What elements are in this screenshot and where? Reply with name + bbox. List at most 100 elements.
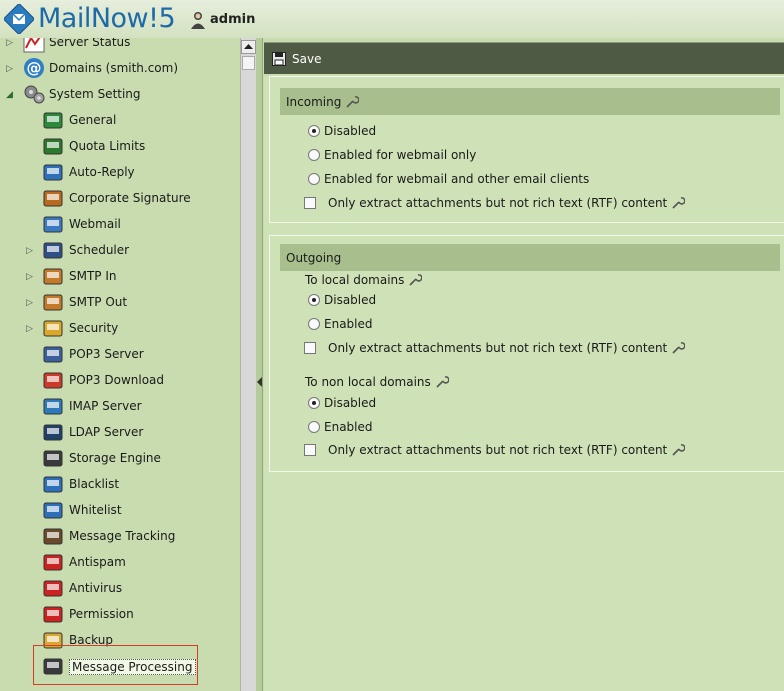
tree-item-label: Webmail xyxy=(69,217,121,231)
tree-item-label: Permission xyxy=(69,607,134,621)
collapse-panel-icon[interactable] xyxy=(257,377,262,387)
wrench-icon[interactable] xyxy=(671,196,686,210)
save-label: Save xyxy=(292,52,322,66)
expand-arrow-icon[interactable]: ▷ xyxy=(26,246,34,256)
expand-arrow-icon[interactable]: ▷ xyxy=(26,324,34,334)
tree-item-pop3-download[interactable]: POP3 Download xyxy=(0,367,240,393)
checkbox[interactable] xyxy=(304,444,316,456)
tree-item-blacklist[interactable]: Blacklist xyxy=(0,471,240,497)
incoming-extract-attachments[interactable]: Only extract attachments but not rich te… xyxy=(304,196,686,210)
tree-item-label: Auto-Reply xyxy=(69,165,135,179)
tree-item-label: Scheduler xyxy=(69,243,130,257)
incoming-section: Incoming Disabled Enabled for webmail on… xyxy=(269,76,784,223)
wrench-icon[interactable] xyxy=(435,375,449,389)
tree-item-antivirus[interactable]: Antivirus xyxy=(0,575,240,601)
tree-item-ldap-server[interactable]: LDAP Server xyxy=(0,419,240,445)
checkbox-label: Only extract attachments but not rich te… xyxy=(328,443,668,457)
local-extract-attachments[interactable]: Only extract attachments but not rich te… xyxy=(304,341,686,355)
tree-item-label: Whitelist xyxy=(69,503,122,517)
tree-item-message-tracking[interactable]: Message Tracking xyxy=(0,523,240,549)
tree-item-pop3-server[interactable]: POP3 Server xyxy=(0,341,240,367)
antivirus-kit-icon xyxy=(43,580,63,597)
tree-item-webmail[interactable]: Webmail xyxy=(0,211,240,237)
checkbox[interactable] xyxy=(304,342,316,354)
radio-button[interactable] xyxy=(308,149,320,161)
save-button[interactable]: Save xyxy=(272,49,321,69)
arrow-up-icon xyxy=(244,44,253,49)
clock-icon xyxy=(43,242,63,259)
radio-button[interactable] xyxy=(308,318,320,330)
tree-item-label: POP3 Server xyxy=(69,347,144,361)
package-out-icon xyxy=(43,294,63,311)
radio-button[interactable] xyxy=(308,173,320,185)
radio-button[interactable] xyxy=(308,125,320,137)
option-label: Disabled xyxy=(324,293,377,307)
panel-splitter[interactable] xyxy=(256,38,263,691)
main-panel: Save Incoming Disabled Enabled for webma… xyxy=(264,38,784,691)
tree-item-label: Antispam xyxy=(69,555,126,569)
expand-arrow-icon[interactable]: ▷ xyxy=(26,272,34,282)
server-status-chart-icon xyxy=(23,38,45,53)
incoming-option-disabled[interactable]: Disabled xyxy=(308,124,376,138)
tree-item-antispam[interactable]: Antispam xyxy=(0,549,240,575)
local-option-disabled[interactable]: Disabled xyxy=(308,293,376,307)
collapse-arrow-icon[interactable]: ◢ xyxy=(6,90,14,100)
tracking-person-icon xyxy=(43,528,63,545)
tree-item-corporate-signature[interactable]: Corporate Signature xyxy=(0,185,240,211)
incoming-option-webmail-and-clients[interactable]: Enabled for webmail and other email clie… xyxy=(308,172,589,186)
tree-item-general[interactable]: General xyxy=(0,107,240,133)
sidebar-scrollbar[interactable] xyxy=(240,38,256,691)
globe-icon xyxy=(43,112,63,129)
user-name: admin xyxy=(210,12,256,27)
nonlocal-option-enabled[interactable]: Enabled xyxy=(308,420,373,434)
antispam-stop-icon xyxy=(43,554,63,571)
tree-item-storage-engine[interactable]: Storage Engine xyxy=(0,445,240,471)
tree-item-system-setting[interactable]: ◢ System Setting xyxy=(0,81,240,107)
tree-item-label: Quota Limits xyxy=(69,139,146,153)
checkbox[interactable] xyxy=(304,197,316,209)
nonlocal-option-disabled[interactable]: Disabled xyxy=(308,396,376,410)
ldap-server-icon xyxy=(43,424,63,441)
tree-item-label: Domains (smith.com) xyxy=(49,61,179,75)
tree-item-label: SMTP In xyxy=(69,269,117,283)
option-label: Disabled xyxy=(324,396,377,410)
option-label: Enabled xyxy=(324,317,373,331)
tree-item-server-status[interactable]: ▷ Server Status xyxy=(0,38,240,55)
scroll-up-button[interactable] xyxy=(241,40,256,54)
incoming-option-webmail-only[interactable]: Enabled for webmail only xyxy=(308,148,476,162)
wrench-icon[interactable] xyxy=(408,273,423,287)
tree-item-security[interactable]: ▷ Security xyxy=(0,315,240,341)
expand-arrow-icon[interactable]: ▷ xyxy=(6,64,14,74)
radio-button[interactable] xyxy=(308,294,320,306)
tree-item-label: Corporate Signature xyxy=(69,191,191,205)
app-header: MailNow!5 admin xyxy=(0,0,784,38)
tree-item-imap-server[interactable]: IMAP Server xyxy=(0,393,240,419)
download-mail-icon xyxy=(43,372,63,389)
incoming-title: Incoming xyxy=(286,94,342,109)
local-option-enabled[interactable]: Enabled xyxy=(308,317,373,331)
nonlocal-domains-label: To non local domains xyxy=(305,375,449,389)
radio-button[interactable] xyxy=(308,397,320,409)
tree-item-quota-limits[interactable]: Quota Limits xyxy=(0,133,240,159)
webmail-doc-icon xyxy=(43,216,63,233)
checkbox-label: Only extract attachments but not rich te… xyxy=(328,196,668,210)
wrench-icon[interactable] xyxy=(671,443,686,457)
tree-item-label: Security xyxy=(69,321,119,335)
tree-item-permission[interactable]: Permission xyxy=(0,601,240,627)
scroll-thumb[interactable] xyxy=(242,56,255,70)
wrench-icon[interactable] xyxy=(345,95,360,109)
imap-mail-icon xyxy=(43,398,63,415)
tree-item-domains[interactable]: ▷ @ Domains (smith.com) xyxy=(0,55,240,81)
tree-item-auto-reply[interactable]: Auto-Reply xyxy=(0,159,240,185)
outgoing-section: Outgoing To local domains Disabled Enabl… xyxy=(269,235,784,472)
radio-button[interactable] xyxy=(308,421,320,433)
tree-item-whitelist[interactable]: Whitelist xyxy=(0,497,240,523)
expand-arrow-icon[interactable]: ▷ xyxy=(26,298,34,308)
tree-item-scheduler[interactable]: ▷ Scheduler xyxy=(0,237,240,263)
tree-item-smtp-in[interactable]: ▷ SMTP In xyxy=(0,263,240,289)
expand-arrow-icon[interactable]: ▷ xyxy=(6,38,14,48)
whitelist-mail-icon xyxy=(43,502,63,519)
nonlocal-extract-attachments[interactable]: Only extract attachments but not rich te… xyxy=(304,443,686,457)
tree-item-smtp-out[interactable]: ▷ SMTP Out xyxy=(0,289,240,315)
wrench-icon[interactable] xyxy=(671,341,686,355)
